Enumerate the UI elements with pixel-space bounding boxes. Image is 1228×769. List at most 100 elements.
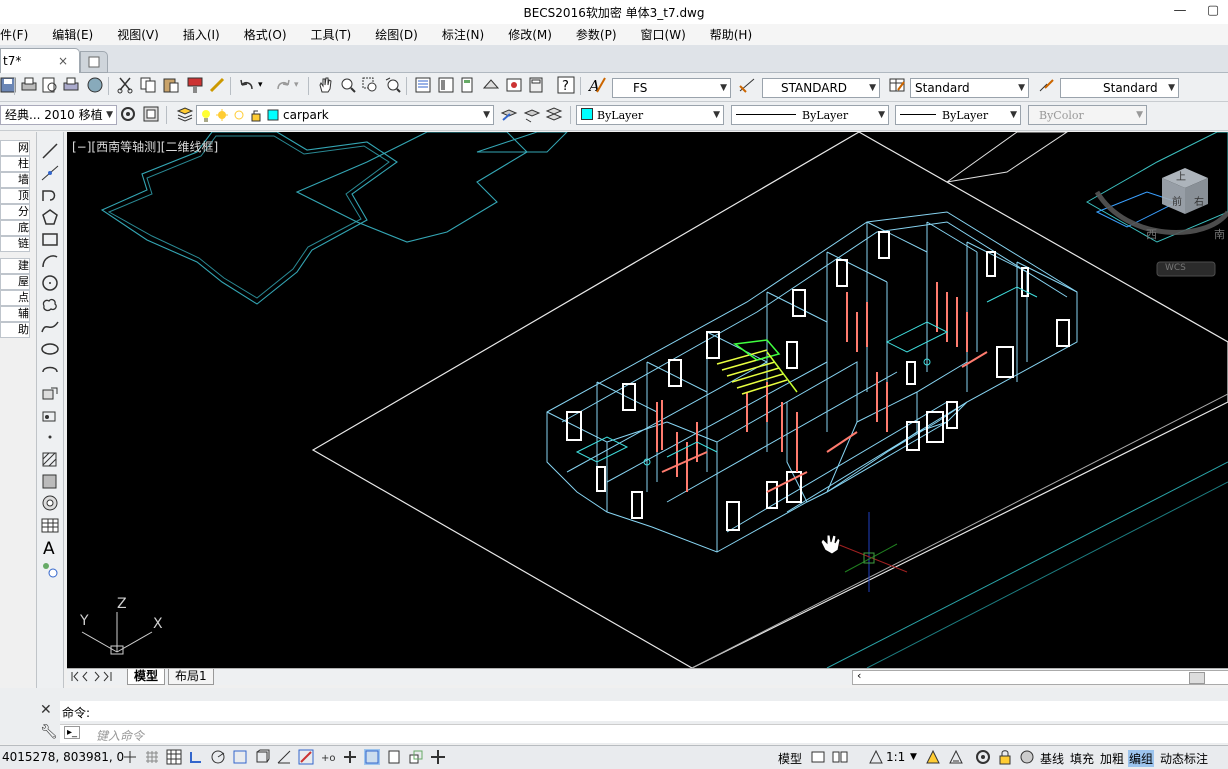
status-button-bold[interactable]: 加粗 (1100, 750, 1124, 767)
arc-icon[interactable] (40, 252, 60, 270)
zoom-window-icon[interactable] (361, 76, 379, 94)
workspace-select[interactable]: 经典... 2010 移植 ▼ (0, 105, 117, 125)
object-snap-tracking-icon[interactable] (276, 749, 292, 765)
quick-properties-icon[interactable] (386, 749, 402, 765)
coordinates-readout[interactable]: 4015278, 803981, 0 (2, 750, 124, 764)
dim-style-select[interactable]: STANDARD ▼ (762, 78, 880, 98)
left-panel-item[interactable]: 辅 (0, 306, 30, 322)
snap-mode-icon[interactable] (144, 749, 160, 765)
infer-constraints-icon[interactable] (122, 749, 138, 765)
left-panel-item[interactable]: 建 (0, 258, 30, 274)
redo-dropdown-icon[interactable]: ▾ (294, 76, 302, 94)
color-select[interactable]: ByLayer ▼ (576, 105, 724, 125)
command-recent-icon[interactable]: ▸_ (64, 726, 81, 739)
left-panel-item[interactable]: 助 (0, 322, 30, 338)
insert-block-icon[interactable] (40, 384, 60, 402)
dynamic-input-icon[interactable]: +o (320, 749, 336, 765)
workspace-settings-icon[interactable] (119, 105, 137, 123)
maximize-button[interactable]: ▢ (1203, 2, 1223, 20)
construction-line-icon[interactable] (40, 164, 60, 182)
match-properties-icon[interactable] (186, 76, 204, 94)
ortho-mode-icon[interactable] (188, 749, 204, 765)
region-icon[interactable] (40, 494, 60, 512)
layer-properties-icon[interactable] (176, 105, 194, 123)
menu-modify[interactable]: 修改(M) (494, 26, 562, 43)
selection-cycling-icon[interactable] (408, 749, 424, 765)
undo-dropdown-icon[interactable]: ▾ (258, 76, 266, 94)
3d-print-icon[interactable] (86, 76, 104, 94)
cut-icon[interactable] (116, 76, 134, 94)
viewcube-top-face[interactable]: 上 (1176, 168, 1186, 183)
command-input[interactable]: ▸_ 键入命令 (60, 724, 1228, 743)
3d-object-snap-icon[interactable] (254, 749, 270, 765)
menu-draw[interactable]: 绘图(D) (361, 26, 428, 43)
text-style-icon[interactable]: A (588, 76, 606, 94)
toolbar-lock-icon[interactable] (997, 749, 1013, 765)
wcs-menu-button[interactable]: WCS (1165, 263, 1186, 273)
dynamic-ucs-icon[interactable] (298, 749, 314, 765)
left-panel-item[interactable]: 链 (0, 236, 30, 252)
help-icon[interactable]: ? (557, 76, 575, 94)
left-panel-item[interactable]: 网 (0, 140, 30, 156)
ellipse-icon[interactable] (40, 340, 60, 358)
sheet-set-icon[interactable] (482, 76, 500, 94)
annotation-scale-icon[interactable] (868, 749, 884, 765)
annotation-scale-value[interactable]: 1:1 (886, 750, 905, 764)
menu-parameters[interactable]: 参数(P) (562, 26, 627, 43)
close-command-icon[interactable]: ✕ (40, 702, 52, 718)
text-style-select[interactable]: FS ▼ (612, 78, 731, 98)
print-preview-icon[interactable] (41, 76, 59, 94)
scale-dropdown-icon[interactable]: ▼ (910, 752, 917, 762)
scroll-thumb[interactable] (1189, 672, 1205, 684)
model-space-label[interactable]: 模型 (778, 750, 802, 767)
design-center-icon[interactable] (437, 76, 455, 94)
menu-help[interactable]: 帮助(H) (696, 26, 762, 43)
viewcube-compass-south[interactable]: 南 (1214, 226, 1225, 242)
redo-icon[interactable] (274, 76, 292, 94)
multileader-style-icon[interactable] (1037, 76, 1055, 94)
viewcube-front-face[interactable]: 前 (1172, 193, 1182, 208)
copy-icon[interactable] (139, 76, 157, 94)
workspace-switching-icon[interactable] (975, 749, 991, 765)
polyline-icon[interactable] (40, 186, 60, 204)
menu-window[interactable]: 窗口(W) (627, 26, 696, 43)
menu-dimension[interactable]: 标注(N) (428, 26, 494, 43)
table-style-select[interactable]: Standard ▼ (910, 78, 1029, 98)
rectangle-icon[interactable] (40, 230, 60, 248)
paste-icon[interactable] (162, 76, 180, 94)
pan-icon[interactable] (316, 76, 334, 94)
menu-view[interactable]: 视图(V) (103, 26, 169, 43)
calculator-icon[interactable] (527, 76, 545, 94)
left-panel-item[interactable]: 分 (0, 204, 30, 220)
annotation-visibility-icon[interactable] (925, 749, 941, 765)
line-icon[interactable] (40, 142, 60, 160)
menu-insert[interactable]: 插入(I) (169, 26, 230, 43)
left-panel-item[interactable]: 墙 (0, 172, 30, 188)
menu-tools[interactable]: 工具(T) (297, 26, 362, 43)
polar-tracking-icon[interactable] (210, 749, 226, 765)
drawing-canvas[interactable] (67, 132, 1228, 668)
left-panel-item[interactable]: 底 (0, 220, 30, 236)
status-button-dynamic-dim[interactable]: 动态标注 (1160, 750, 1208, 767)
zoom-realtime-icon[interactable] (339, 76, 357, 94)
customize-icon[interactable] (142, 105, 160, 123)
save-icon[interactable] (0, 76, 18, 94)
gradient-icon[interactable] (40, 472, 60, 490)
print-icon[interactable] (20, 76, 38, 94)
menu-file[interactable]: 件(F) (0, 26, 38, 43)
tab-model[interactable]: 模型 (127, 669, 166, 685)
customize-command-icon[interactable]: 🔧︎ (40, 724, 58, 740)
revision-cloud-icon[interactable] (40, 296, 60, 314)
markup-icon[interactable] (505, 76, 523, 94)
ellipse-arc-icon[interactable] (40, 362, 60, 380)
polygon-icon[interactable] (40, 208, 60, 226)
layer-select[interactable]: carpark ▼ (196, 105, 494, 125)
quick-view-drawings-icon[interactable] (832, 749, 848, 765)
menu-edit[interactable]: 编辑(E) (38, 26, 103, 43)
make-current-layer-icon[interactable] (500, 105, 518, 123)
viewcube-right-face[interactable]: 右 (1194, 193, 1204, 208)
plotstyle-select[interactable]: ByColor ▼ (1028, 105, 1147, 125)
left-panel-item[interactable]: 屋 (0, 274, 30, 290)
new-tab-button[interactable] (80, 51, 108, 73)
zoom-previous-icon[interactable] (384, 76, 402, 94)
